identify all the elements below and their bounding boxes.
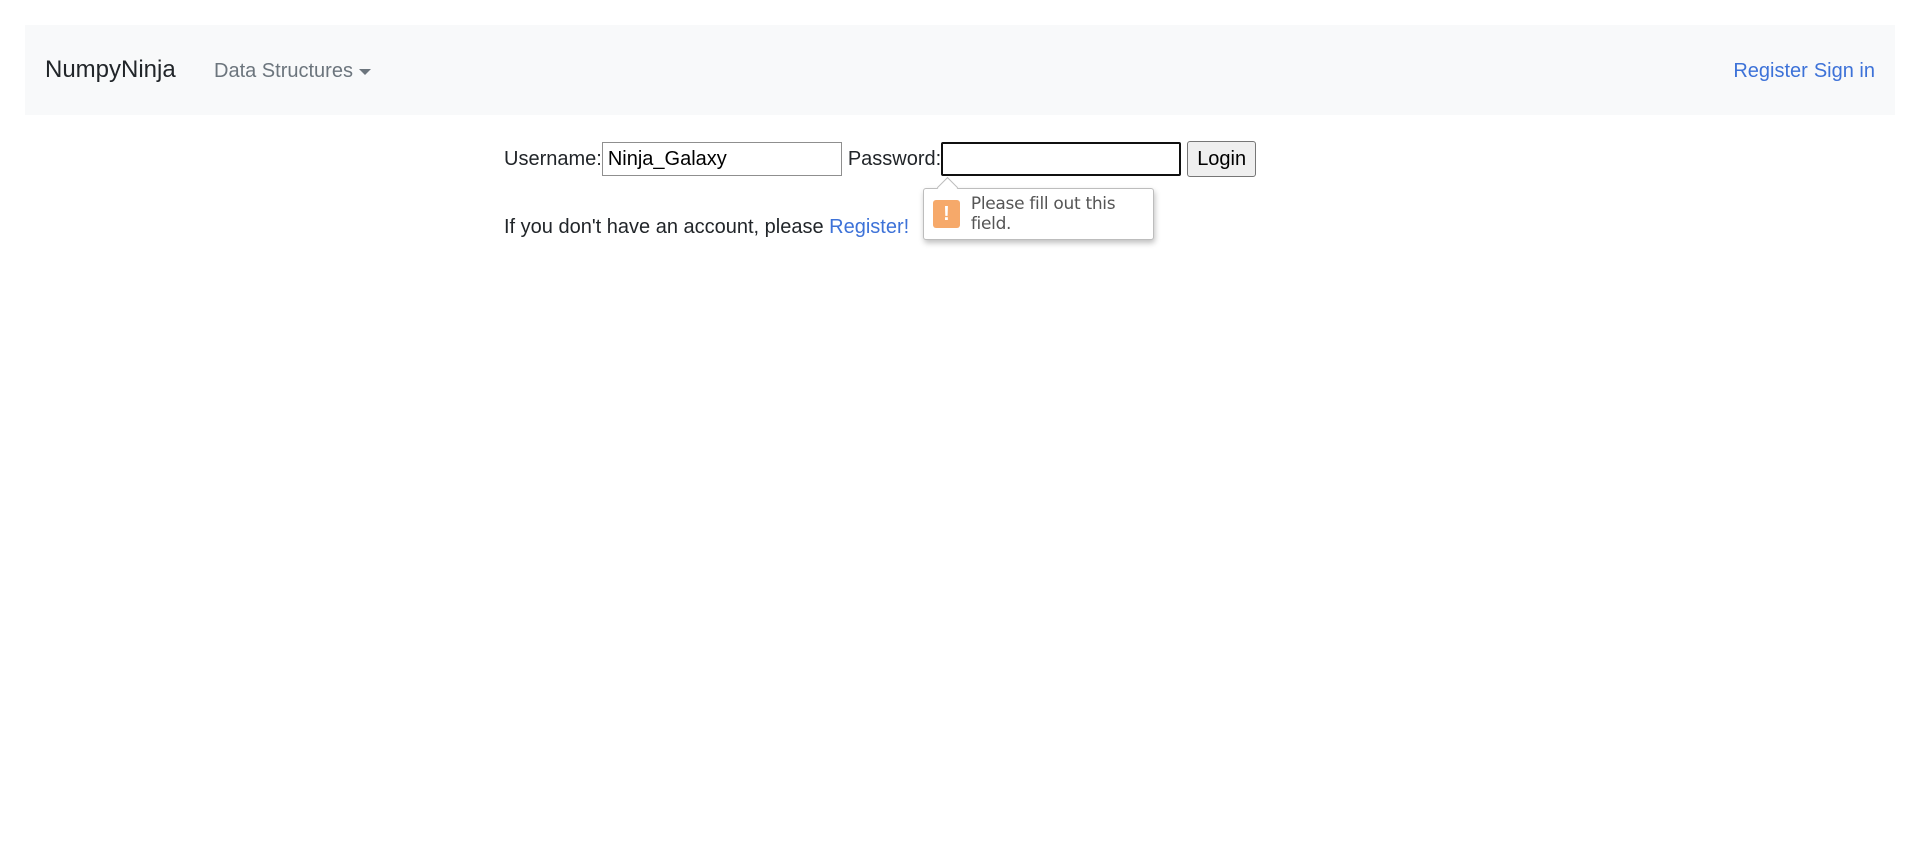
register-link[interactable]: Register [1733,58,1807,84]
validation-message: Please fill out this field. [970,194,1116,234]
data-structures-dropdown[interactable]: Data Structures [214,58,371,84]
password-input[interactable] [941,142,1182,176]
register-prompt-text: If you don't have an account, please [504,216,830,238]
signin-link[interactable]: Sign in [1814,58,1875,84]
caret-down-icon [358,69,371,75]
login-form: Username: Password: Login [504,140,1257,178]
password-label: Password: [847,147,942,170]
validation-tooltip: ! Please fill out this field. [923,188,1154,240]
navbar: NumpyNinja Data Structures Register Sign… [25,25,1895,115]
dropdown-label: Data Structures [214,60,353,82]
nav-right: Register Sign in [1733,58,1875,84]
login-button[interactable]: Login [1187,141,1257,177]
brand-link[interactable]: NumpyNinja [45,54,176,86]
username-input[interactable] [601,142,842,176]
username-label: Username: [504,147,602,170]
register-prompt-link[interactable]: Register! [829,216,909,238]
register-prompt: If you don't have an account, please Reg… [504,216,909,239]
warning-icon: ! [933,200,960,228]
